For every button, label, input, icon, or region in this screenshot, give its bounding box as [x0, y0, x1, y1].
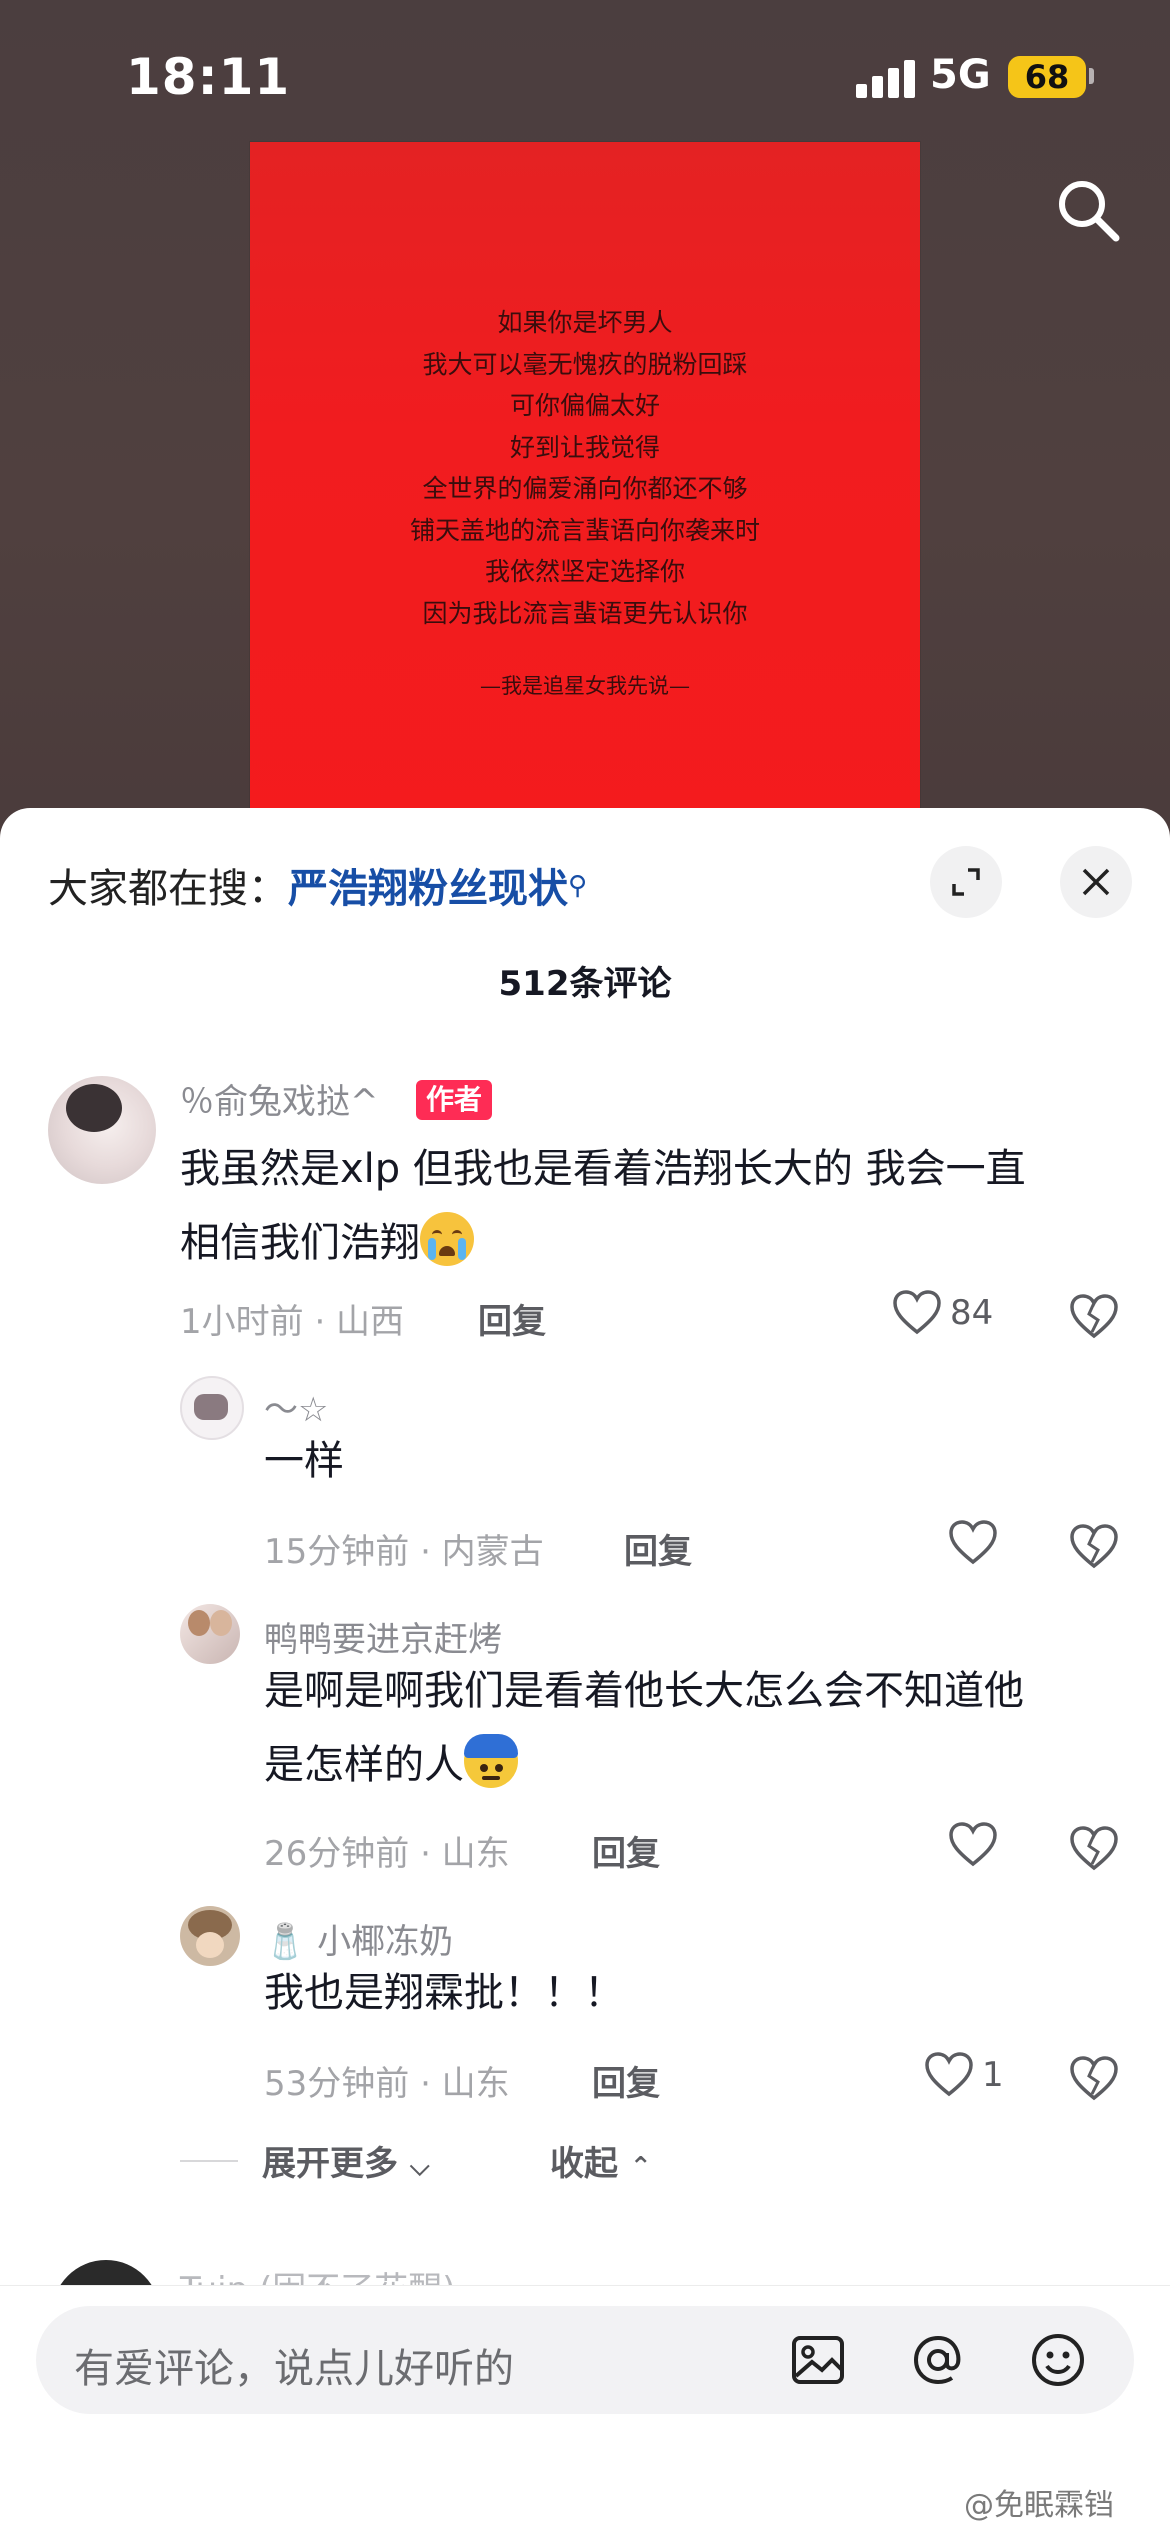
watermark: @免眠霖铛 [964, 2488, 1114, 2523]
heart-icon [893, 1290, 941, 1335]
close-button[interactable] [1060, 846, 1132, 918]
smirk-emoji-icon [464, 1734, 518, 1788]
reply-text: 一样 [264, 1438, 344, 1484]
search-icon: ⚲ [568, 871, 588, 901]
comment-text-line: 相信我们浩翔 [180, 1220, 420, 1266]
battery-icon: 68 [1008, 56, 1086, 98]
network-type: 5G [930, 52, 991, 98]
hot-search-keyword[interactable]: 严浩翔粉丝现状 [288, 866, 568, 912]
avatar-figure [210, 1610, 232, 1636]
emoji-icon[interactable] [1026, 2328, 1090, 2392]
hot-search-prefix: 大家都在搜： [48, 866, 288, 912]
heart-icon [949, 1822, 997, 1867]
reply-meta: 26分钟前 · 山东 [264, 1834, 510, 1874]
reply-text-line: 是怎样的人 [264, 1742, 464, 1788]
reply-button[interactable]: 回复 [592, 1826, 660, 1875]
like-button[interactable] [948, 1822, 998, 1868]
poem-line: 因为我比流言蜚语更先认识你 [422, 598, 748, 628]
close-icon [1082, 868, 1110, 896]
search-icon[interactable] [1052, 174, 1124, 246]
avatar[interactable] [180, 1906, 240, 1966]
poem-line: 可你偏偏太好 [509, 391, 660, 420]
expand-button[interactable] [930, 846, 1002, 918]
broken-heart-icon[interactable] [1068, 1522, 1120, 1570]
poem-line: 铺天盖地的流言蜚语向你袭来时 [409, 515, 760, 545]
video-poster[interactable]: 如果你是坏男人 我大可以毫无愧疚的脱粉回踩 可你偏偏太好 好到让我觉得 全世界的… [250, 142, 920, 862]
collapse-label: 收起 [550, 2144, 618, 2184]
expand-icon [952, 868, 980, 896]
avatar[interactable] [180, 1604, 240, 1664]
expand-replies-button[interactable]: 展开更多 ⌵ [262, 2136, 430, 2185]
reply-text: 是怎样的人 [264, 1728, 518, 1802]
avatar-face [196, 1932, 224, 1958]
avatar[interactable] [48, 1076, 156, 1184]
comment-text: 相信我们浩翔 [180, 1206, 474, 1280]
avatar-hair [66, 1084, 122, 1132]
avatar-figure [194, 1394, 228, 1420]
broken-heart-icon[interactable] [1068, 1292, 1120, 1340]
comment-text: 我虽然是xlp 但我也是看着浩翔长大的 我会一直 [180, 1146, 1026, 1192]
comment-username[interactable]: ％俞兔戏挞^ [180, 1074, 379, 1123]
broken-heart-icon[interactable] [1068, 1824, 1120, 1872]
reply-text: 我也是翔霖批！！！ [264, 1970, 624, 2016]
battery-tip [1089, 68, 1094, 84]
poem-line: 好到让我觉得 [509, 432, 660, 462]
chevron-down-icon: ⌵ [409, 2152, 430, 2182]
comment-input[interactable]: 有爱评论，说点儿好听的 [36, 2306, 1134, 2414]
crying-emoji-icon [420, 1212, 474, 1266]
reply-text: 是啊是啊我们是看着他长大怎么会不知道他 [264, 1668, 1024, 1714]
like-count: 84 [950, 1293, 994, 1333]
poem-line: 我大可以毫无愧疚的脱粉回踩 [422, 349, 748, 379]
reply-meta: 53分钟前 · 山东 [264, 2064, 510, 2104]
reply-button[interactable]: 回复 [478, 1294, 546, 1343]
author-badge: 作者 [416, 1080, 493, 1120]
broken-heart-icon[interactable] [1068, 2054, 1120, 2102]
status-time: 18:11 [126, 48, 291, 106]
signal-icon [856, 58, 916, 98]
at-icon[interactable] [906, 2328, 970, 2392]
like-button[interactable]: 1 [924, 2052, 1004, 2098]
like-count: 1 [982, 2055, 1004, 2095]
reply-button[interactable]: 回复 [624, 1524, 692, 1573]
comment-count: 512条评论 [498, 964, 672, 1004]
heart-icon [949, 1520, 997, 1565]
image-icon[interactable] [786, 2328, 850, 2392]
reply-button[interactable]: 回复 [592, 2056, 660, 2105]
poem-signature: —我是追星女我先说— [480, 674, 690, 698]
collapse-replies-button[interactable]: 收起 ⌃ [550, 2136, 652, 2185]
thread-divider [180, 2160, 238, 2162]
poem-line: 我依然坚定选择你 [484, 557, 685, 586]
poem-line: 如果你是坏男人 [497, 308, 673, 337]
comment-sheet: 大家都在搜：严浩翔粉丝现状⚲ 512条评论 ％俞兔戏挞^ 作者 我虽然是xlp … [0, 808, 1170, 2532]
status-bar: 18:11 5G 68 [0, 0, 1170, 150]
reply-meta: 15分钟前 · 内蒙古 [264, 1532, 544, 1572]
poem: 如果你是坏男人 我大可以毫无愧疚的脱粉回踩 可你偏偏太好 好到让我觉得 全世界的… [250, 302, 920, 634]
like-button[interactable] [948, 1520, 998, 1566]
like-button[interactable]: 84 [892, 1290, 993, 1336]
avatar[interactable] [180, 1376, 244, 1440]
expand-label: 展开更多 [262, 2144, 398, 2184]
heart-icon [925, 2052, 973, 2097]
avatar-figure [188, 1610, 210, 1636]
poem-line: 全世界的偏爱涌向你都还不够 [422, 474, 748, 503]
comment-meta: 1小时前 · 山西 [180, 1302, 405, 1342]
hot-search[interactable]: 大家都在搜：严浩翔粉丝现状⚲ [48, 856, 587, 914]
chevron-up-icon: ⌃ [629, 2152, 652, 2182]
comment-input-placeholder: 有爱评论，说点儿好听的 [74, 2346, 514, 2392]
